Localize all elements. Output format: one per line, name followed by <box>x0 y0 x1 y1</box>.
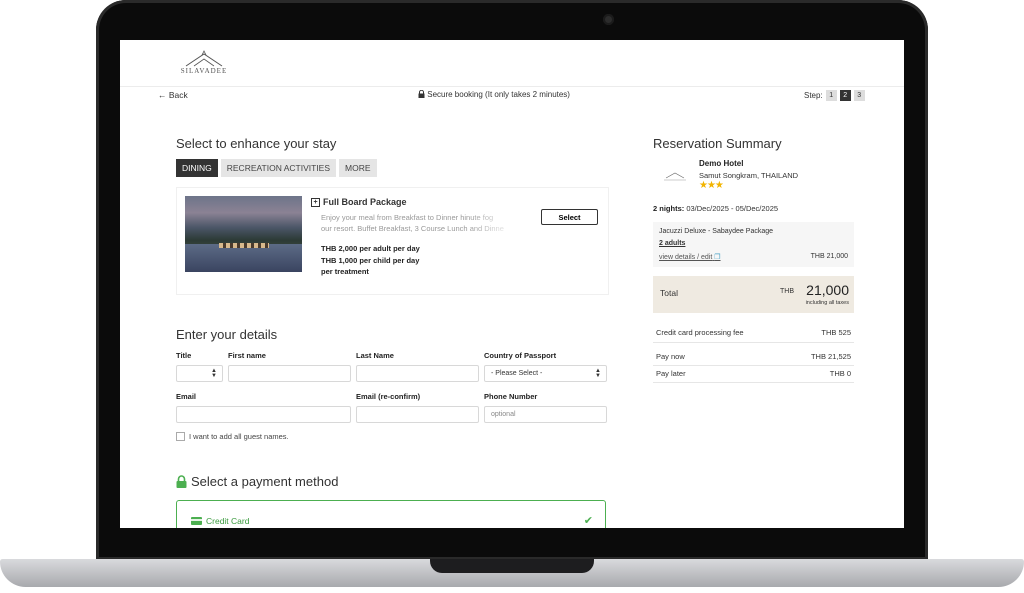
package-image <box>185 196 302 272</box>
credit-card-icon <box>191 517 202 525</box>
select-arrows-icon: ▲ ▼ <box>595 368 601 379</box>
stay-dates: 2 nights: 03/Dec/2025 - 05/Dec/2025 <box>653 204 778 213</box>
step-3[interactable]: 3 <box>853 90 865 101</box>
hotel-location: Samut Songkram, THAILAND <box>699 171 799 180</box>
tab-recreation-activities[interactable]: RECREATION ACTIVITIES <box>220 159 337 177</box>
external-link-icon: ❐ <box>714 254 721 261</box>
step-2[interactable]: 2 <box>839 90 851 101</box>
secure-booking-note: Secure booking (It only takes 2 minutes) <box>418 89 570 99</box>
plus-icon[interactable]: + <box>311 198 320 207</box>
divider <box>653 382 854 383</box>
guest-names-label: I want to add all guest names. <box>189 432 289 441</box>
credit-card-text: Credit Card <box>206 516 250 526</box>
credit-card-option[interactable]: Credit Card ✔ <box>176 500 606 528</box>
select-arrows-icon: ▲ ▼ <box>211 368 217 379</box>
hotel-logo-icon <box>664 172 686 181</box>
hotel-name: Demo Hotel <box>699 159 744 168</box>
package-name: Full Board Package <box>323 197 407 207</box>
enhance-tabs: DINING RECREATION ACTIVITIES MORE <box>176 159 377 177</box>
guest-names-option: I want to add all guest names. <box>176 432 289 441</box>
country-label: Country of Passport <box>484 351 557 360</box>
laptop-notch <box>430 559 594 573</box>
secure-text: Secure booking (It only takes 2 minutes) <box>427 90 570 99</box>
cc-fee-label: Credit card processing fee <box>656 328 744 337</box>
star-rating: ★★★ <box>699 180 724 191</box>
first-name-field[interactable] <box>228 365 351 382</box>
view-details-link[interactable]: view details / edit ❐ <box>659 253 721 261</box>
package-description: Enjoy your meal from Breakfast to Dinner… <box>321 212 517 234</box>
nights-label: 2 nights: <box>653 204 685 213</box>
dates-text: 03/Dec/2025 - 05/Dec/2025 <box>686 204 779 213</box>
step-indicator: Step: 1 2 3 <box>804 90 865 101</box>
arrow-left-icon: ← <box>158 90 167 100</box>
total-box: Total THB 21,000 including all taxes <box>653 276 854 313</box>
back-link[interactable]: ← Back <box>158 90 188 100</box>
room-name: Jacuzzi Deluxe - Sabaydee Package <box>659 228 774 235</box>
package-price-unit: per treatment <box>321 267 369 276</box>
pay-now-label: Pay now <box>656 352 685 361</box>
tab-dining[interactable]: DINING <box>176 159 218 177</box>
email-label: Email <box>176 392 197 401</box>
divider <box>653 342 854 343</box>
enhance-title: Select to enhance your stay <box>176 136 337 151</box>
email-confirm-field[interactable] <box>356 406 479 423</box>
last-name-label: Last Name <box>356 351 394 360</box>
roof-logo-icon <box>185 50 223 67</box>
country-placeholder: - Please Select - <box>491 370 543 377</box>
title-label: Title <box>176 351 192 360</box>
title-select[interactable]: ▲ ▼ <box>176 365 223 382</box>
credit-card-label: Credit Card <box>191 516 249 526</box>
camera-icon <box>603 14 614 25</box>
package-title: + Full Board Package <box>311 197 407 207</box>
cc-fee-value: THB 525 <box>821 328 851 337</box>
total-taxes-note: including all taxes <box>805 300 849 306</box>
total-amount: 21,000 <box>806 282 849 298</box>
guest-names-checkbox[interactable] <box>176 432 185 441</box>
booking-page: SILAVADEE ← Back Secure booking (It only… <box>120 40 904 528</box>
phone-label: Phone Number <box>484 392 538 401</box>
package-card: + Full Board Package Enjoy your meal from… <box>176 187 609 295</box>
package-description-line: Enjoy your meal from Breakfast to Dinner… <box>321 213 494 222</box>
package-description-line: our resort. Buffet Breakfast, 3 Course L… <box>321 224 504 233</box>
back-label: Back <box>168 90 188 100</box>
payment-title-text: Select a payment method <box>191 474 339 489</box>
country-select[interactable]: - Please Select - ▲ ▼ <box>484 365 607 382</box>
payment-title: Select a payment method <box>176 474 338 489</box>
last-name-field[interactable] <box>356 365 479 382</box>
phone-field[interactable]: optional <box>484 406 607 423</box>
lock-icon <box>418 89 425 98</box>
divider <box>653 365 854 366</box>
logo-text: SILAVADEE <box>180 67 228 75</box>
brand-logo[interactable]: SILAVADEE <box>174 50 234 78</box>
first-name-label: First name <box>228 351 266 360</box>
email-confirm-label: Email (re-confirm) <box>356 392 421 401</box>
site-header: SILAVADEE <box>120 40 904 87</box>
lock-icon <box>176 475 187 488</box>
details-title: Enter your details <box>176 327 278 342</box>
room-summary: Jacuzzi Deluxe - Sabaydee Package 2 adul… <box>653 222 854 267</box>
package-price-adult: THB 2,000 per adult per day <box>321 244 420 253</box>
summary-title: Reservation Summary <box>653 136 782 151</box>
room-price: THB 21,000 <box>810 253 848 260</box>
email-field[interactable] <box>176 406 351 423</box>
package-image-huts <box>219 243 269 248</box>
room-adults: 2 adults <box>659 240 686 247</box>
total-label: Total <box>660 288 678 298</box>
step-1[interactable]: 1 <box>825 90 837 101</box>
pay-later-label: Pay later <box>656 369 686 378</box>
select-package-button[interactable]: Select <box>541 209 598 225</box>
total-currency: THB <box>780 288 794 295</box>
phone-placeholder: optional <box>491 411 516 418</box>
check-icon: ✔ <box>583 515 593 527</box>
step-label: Step: <box>804 91 823 100</box>
tab-more[interactable]: MORE <box>339 159 377 177</box>
pay-now-value: THB 21,525 <box>810 352 851 361</box>
package-price-child: THB 1,000 per child per day <box>321 256 420 265</box>
view-details-text: view details / edit <box>659 254 713 261</box>
pay-later-value: THB 0 <box>829 369 851 378</box>
package-image-water <box>185 244 302 272</box>
